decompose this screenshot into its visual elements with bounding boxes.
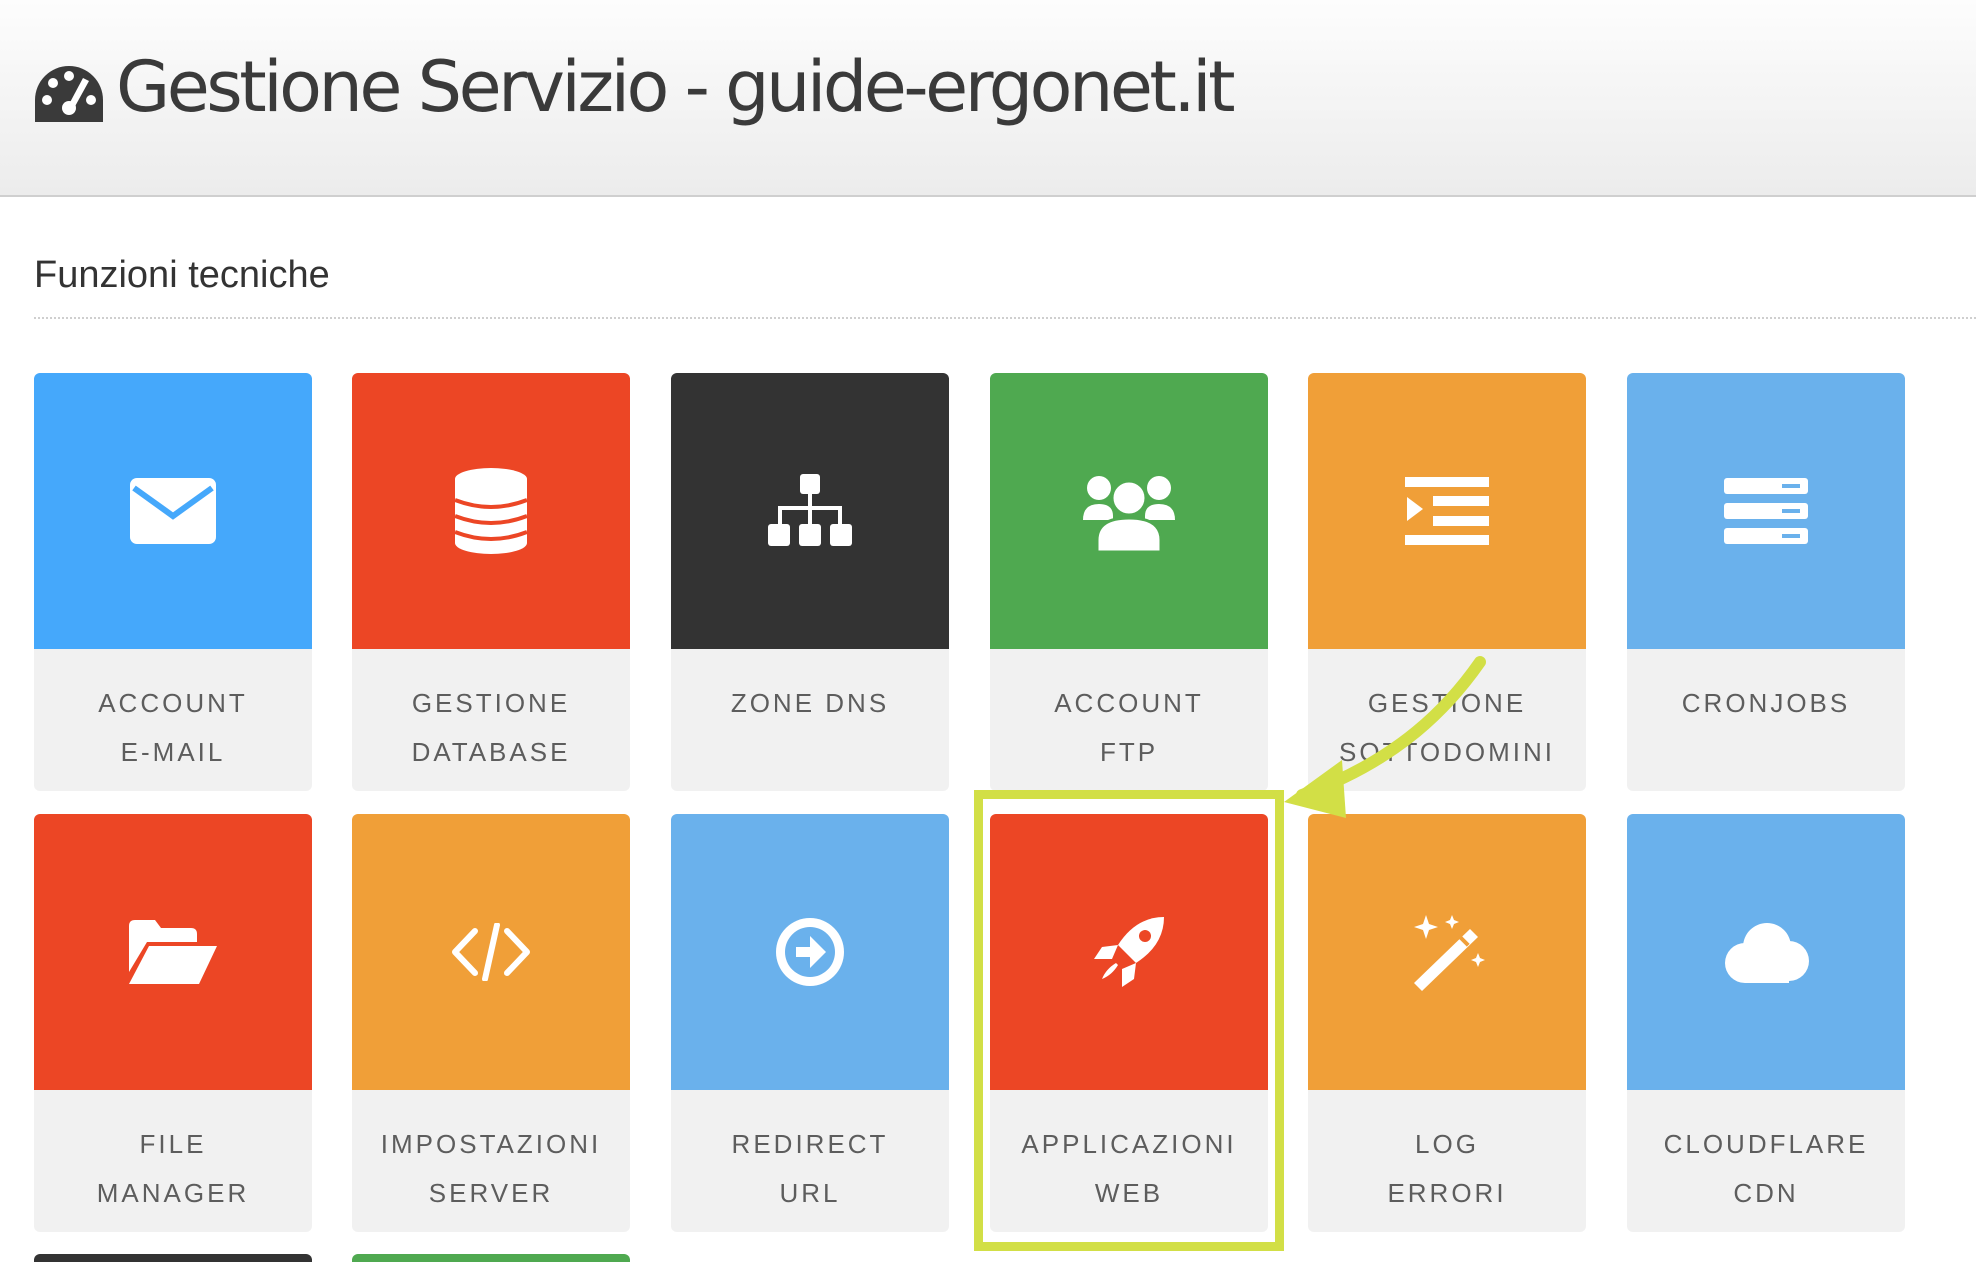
tile-label-line: GESTIONE <box>411 688 571 718</box>
tile-label-line: GESTIONE <box>1367 688 1527 718</box>
section-title: Funzioni tecniche <box>34 254 330 296</box>
server-icon <box>1716 461 1816 561</box>
tile-label: ACCOUNT FTP <box>990 649 1268 791</box>
tile-icon-area <box>1627 814 1905 1090</box>
tile-label: ACCOUNT E-MAIL <box>34 649 312 791</box>
tile-label-line: ACCOUNT <box>98 688 248 718</box>
tile-icon-area <box>352 814 630 1090</box>
tile-label-line: ACCOUNT <box>1054 688 1204 718</box>
tile-label-line: CRONJOBS <box>1681 688 1851 718</box>
tile-label: GESTIONE DATABASE <box>352 649 630 791</box>
tile-label-line: APPLICAZIONI <box>1021 1129 1237 1159</box>
dashboard-icon <box>35 66 103 122</box>
tile-icon-area <box>671 373 949 649</box>
tile-label: APPLICAZIONI WEB <box>990 1090 1268 1232</box>
tile-label-line: ERRORI <box>1387 1178 1507 1208</box>
tile-label-line: IMPOSTAZIONI <box>380 1129 602 1159</box>
tile-label-line: CDN <box>1733 1178 1799 1208</box>
page-header: Gestione Servizio - guide-ergonet.it <box>0 0 1976 197</box>
tile-label: REDIRECT URL <box>671 1090 949 1232</box>
tile-icon-area <box>990 373 1268 649</box>
tile-zone-dns[interactable]: ZONE DNS <box>671 373 949 791</box>
database-icon <box>441 461 541 561</box>
rocket-icon <box>1079 902 1179 1002</box>
tile-label-line: MANAGER <box>96 1178 250 1208</box>
users-icon <box>1079 461 1179 561</box>
tile-gestione-database[interactable]: GESTIONE DATABASE <box>352 373 630 791</box>
tile-label-line: E-MAIL <box>120 737 226 767</box>
tile-label-line: URL <box>779 1178 841 1208</box>
tile-label: GESTIONE SOTTODOMINI <box>1308 649 1586 791</box>
tile-label: CRONJOBS <box>1627 649 1905 791</box>
tile-partial[interactable] <box>352 1254 630 1262</box>
section-divider <box>34 317 1976 319</box>
tile-label-line: FTP <box>1099 737 1159 767</box>
tile-label-line: SOTTODOMINI <box>1339 737 1555 767</box>
tile-icon-area <box>34 814 312 1090</box>
tile-icon-area <box>1308 814 1586 1090</box>
tile-label: LOG ERRORI <box>1308 1090 1586 1232</box>
tile-label-line: LOG <box>1415 1129 1479 1159</box>
tile-label: IMPOSTAZIONI SERVER <box>352 1090 630 1232</box>
tile-icon-area <box>352 373 630 649</box>
tile-icon-area <box>34 373 312 649</box>
tile-partial[interactable] <box>34 1254 312 1262</box>
tile-label-line: CLOUDFLARE <box>1663 1129 1869 1159</box>
tile-file-manager[interactable]: FILE MANAGER <box>34 814 312 1232</box>
sitemap-icon <box>760 461 860 561</box>
tile-impostazioni-server[interactable]: IMPOSTAZIONI SERVER <box>352 814 630 1232</box>
tile-label-line: SERVER <box>428 1178 554 1208</box>
tile-icon-area <box>1627 373 1905 649</box>
tile-applicazioni-web[interactable]: APPLICAZIONI WEB <box>990 814 1268 1232</box>
tile-icon-area <box>1308 373 1586 649</box>
tile-label-line: WEB <box>1094 1178 1164 1208</box>
tile-label: CLOUDFLARE CDN <box>1627 1090 1905 1232</box>
tile-label-line: FILE <box>139 1129 207 1159</box>
indent-icon <box>1397 461 1497 561</box>
tile-label-line: ZONE DNS <box>730 688 890 718</box>
tile-gestione-sottodomini[interactable]: GESTIONE SOTTODOMINI <box>1308 373 1586 791</box>
code-icon <box>441 902 541 1002</box>
tile-redirect-url[interactable]: REDIRECT URL <box>671 814 949 1232</box>
arrow-circle-right-icon <box>760 902 860 1002</box>
page-title: Gestione Servizio - guide-ergonet.it <box>116 46 1236 128</box>
magic-wand-icon <box>1397 902 1497 1002</box>
tile-cronjobs[interactable]: CRONJOBS <box>1627 373 1905 791</box>
tile-icon-area <box>671 814 949 1090</box>
tile-account-email[interactable]: ACCOUNT E-MAIL <box>34 373 312 791</box>
tile-log-errori[interactable]: LOG ERRORI <box>1308 814 1586 1232</box>
tile-label-line: DATABASE <box>411 737 571 767</box>
tile-label: FILE MANAGER <box>34 1090 312 1232</box>
tile-label-line: REDIRECT <box>731 1129 889 1159</box>
tile-cloudflare-cdn[interactable]: CLOUDFLARE CDN <box>1627 814 1905 1232</box>
tile-icon-area <box>990 814 1268 1090</box>
tile-label: ZONE DNS <box>671 649 949 791</box>
envelope-icon <box>123 461 223 561</box>
cloud-icon <box>1716 902 1816 1002</box>
folder-open-icon <box>123 902 223 1002</box>
tile-account-ftp[interactable]: ACCOUNT FTP <box>990 373 1268 791</box>
